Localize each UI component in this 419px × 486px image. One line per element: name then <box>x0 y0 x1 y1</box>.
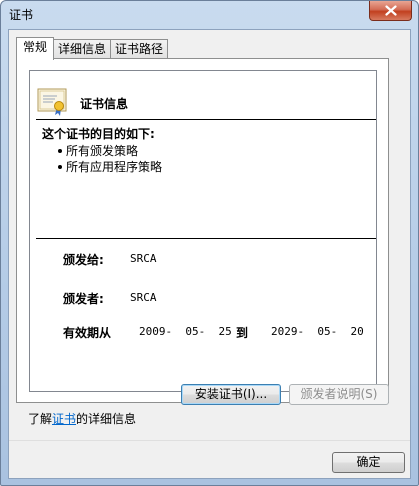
install-certificate-button[interactable]: 安装证书(I)... <box>181 384 281 405</box>
certificate-icon <box>37 88 67 116</box>
title-bar[interactable]: 证书 <box>1 1 418 29</box>
footer-separator <box>9 440 410 441</box>
ok-button[interactable]: 确定 <box>332 452 405 473</box>
purpose-item: 所有应用程序策略 <box>57 160 163 174</box>
purpose-title: 这个证书的目的如下: <box>42 127 155 141</box>
purpose-list: 所有颁发策略 所有应用程序策略 <box>57 143 163 175</box>
purpose-item: 所有颁发策略 <box>57 143 162 159</box>
certificate-info-heading: 证书信息 <box>80 97 129 111</box>
issued-to-value: SRCA <box>130 252 157 265</box>
tab-certification-path[interactable]: 证书路径 <box>110 39 169 59</box>
learn-more-text: 了解证书的详细信息 <box>28 410 136 427</box>
heading-separator <box>36 119 376 120</box>
certificate-link[interactable]: 证书 <box>52 412 76 426</box>
issued-to-label: 颁发给: <box>63 253 104 267</box>
certificate-dialog: 证书 常规 详细信息 证书路径 证书信息 这个证书的目的如下: 所有颁发策略 所… <box>0 0 419 486</box>
close-button[interactable] <box>369 1 412 21</box>
dialog-client-area: 常规 详细信息 证书路径 证书信息 这个证书的目的如下: 所有颁发策略 所有应用… <box>8 29 411 479</box>
valid-from-value: 2009- 05- 25 <box>139 325 232 338</box>
validity-label: 有效期从 <box>63 326 112 340</box>
issued-by-label: 颁发者: <box>63 292 104 306</box>
details-separator <box>36 238 376 239</box>
tab-general[interactable]: 常规 <box>16 37 55 60</box>
general-tab-panel: 证书信息 这个证书的目的如下: 所有颁发策略 所有应用程序策略 颁发给: SRC… <box>16 58 389 403</box>
window-title: 证书 <box>9 8 34 22</box>
learn-more-prefix: 了解 <box>28 412 53 426</box>
validity-to-label: 到 <box>236 326 249 340</box>
issuer-statement-button[interactable]: 颁发者说明(S) <box>289 384 389 405</box>
issued-by-value: SRCA <box>130 291 157 304</box>
tab-strip: 常规 详细信息 证书路径 <box>16 37 169 60</box>
certificate-info-box: 证书信息 这个证书的目的如下: 所有颁发策略 所有应用程序策略 颁发给: SRC… <box>29 70 377 392</box>
tab-details[interactable]: 详细信息 <box>53 39 112 59</box>
learn-more-suffix: 的详细信息 <box>76 412 137 426</box>
valid-to-value: 2029- 05- 20 <box>271 325 364 338</box>
close-icon <box>384 5 397 16</box>
